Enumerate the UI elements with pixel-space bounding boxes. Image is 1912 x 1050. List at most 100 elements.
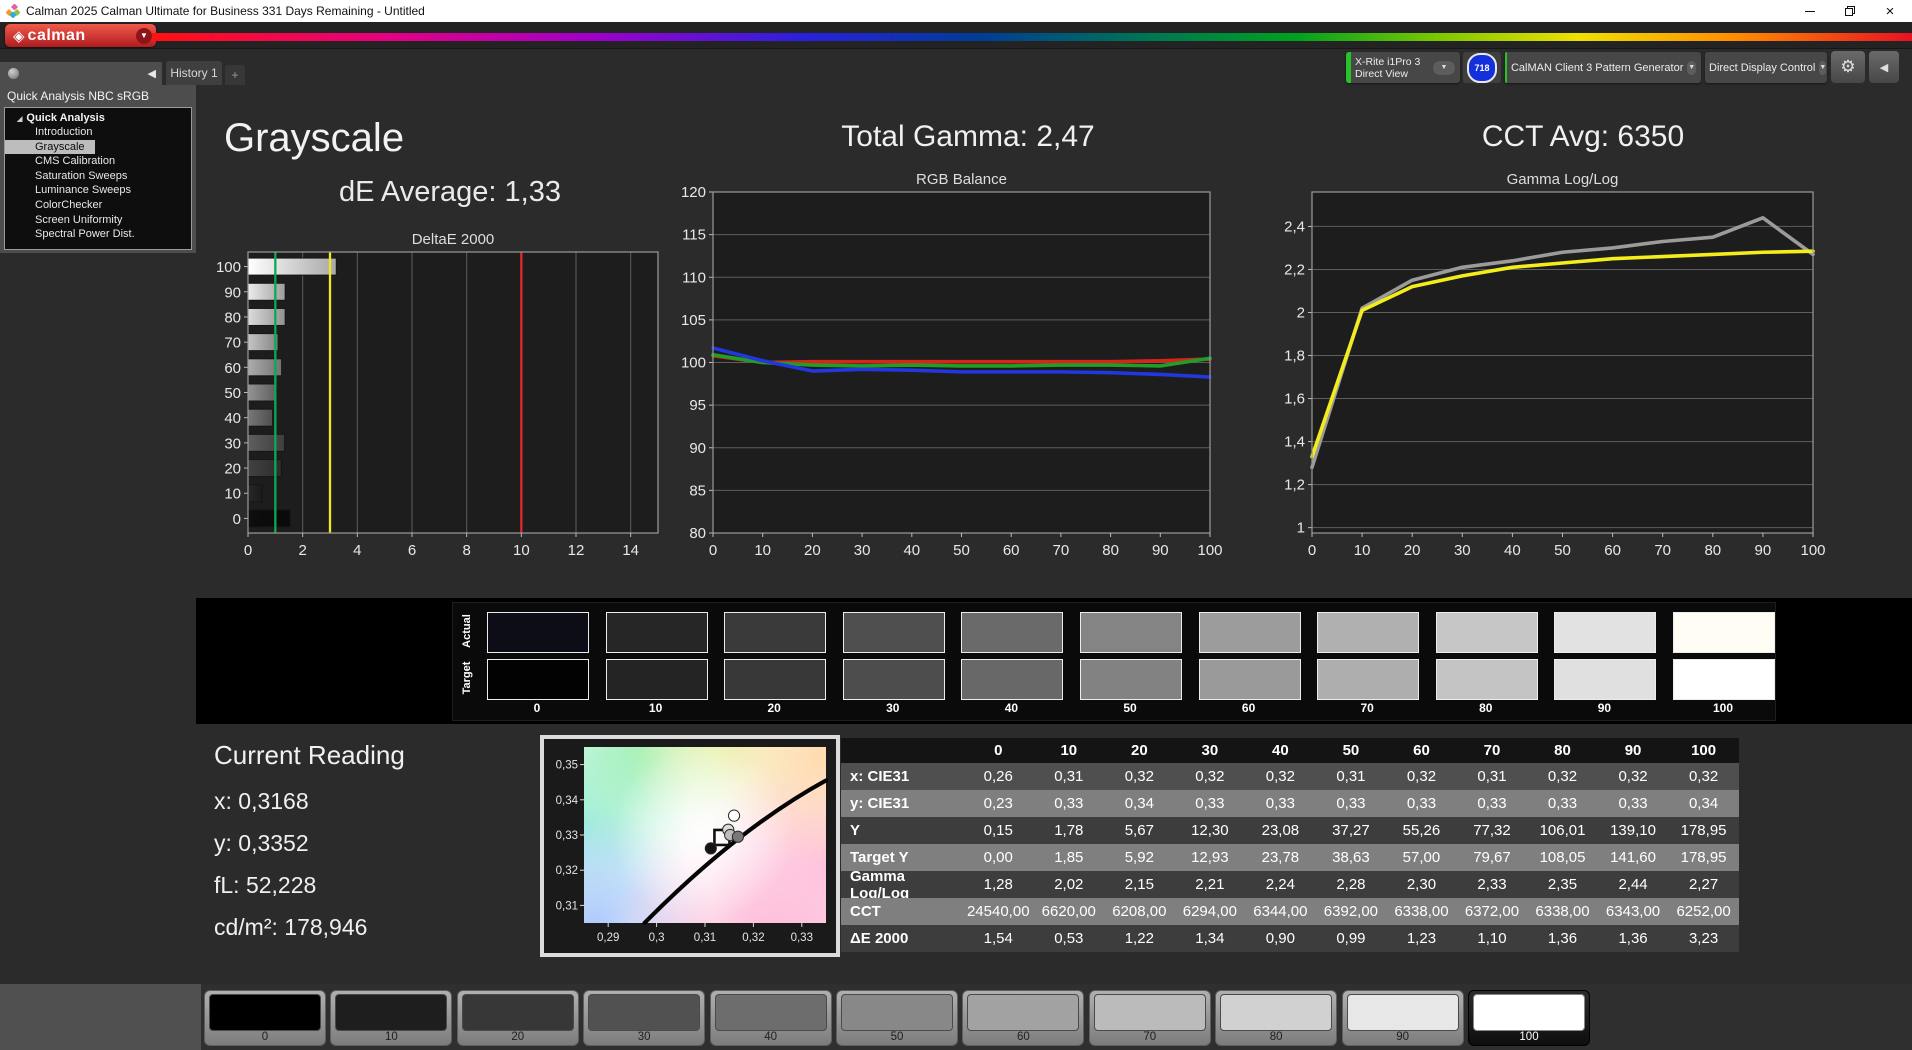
svg-text:8: 8: [462, 542, 470, 559]
cct-avg-heading: CCT Avg: 6350: [1303, 120, 1863, 154]
svg-text:70: 70: [224, 335, 241, 352]
swatch-strip-panel: Actual Target 0102030405060708090100: [452, 602, 1776, 721]
workflow-sidebar: Quick Analysis NBC sRGB ◢Quick Analysis …: [0, 85, 196, 253]
pattern-swatch: [841, 994, 953, 1031]
sidebar-item-luminance-sweeps[interactable]: Luminance Sweeps: [5, 183, 191, 198]
close-button[interactable]: ×: [1870, 0, 1910, 22]
pattern-swatch: [1473, 994, 1585, 1031]
workflow-ball-icon[interactable]: [8, 68, 19, 79]
right-panel-collapse-button[interactable]: ◀: [1869, 51, 1899, 83]
table-cell: 0,33: [1175, 790, 1246, 817]
svg-text:0: 0: [233, 511, 241, 528]
target-row-label: Target: [461, 656, 473, 700]
table-cell: 0,99: [1316, 925, 1387, 952]
table-cell: 0,34: [1668, 790, 1739, 817]
svg-text:0,29: 0,29: [597, 932, 619, 944]
workflow-tree: ◢Quick Analysis IntroductionGrayscaleCMS…: [4, 107, 192, 250]
gear-icon: ⚙: [1840, 57, 1855, 77]
display-control-dropdown[interactable]: Direct Display Control ▼: [1705, 52, 1827, 83]
svg-text:0: 0: [244, 542, 252, 559]
table-cell: 1,36: [1598, 925, 1669, 952]
pattern-button-10[interactable]: 10: [330, 990, 452, 1046]
actual-swatch-0: [487, 612, 589, 653]
pattern-swatch: [1347, 994, 1459, 1031]
sidebar-item-saturation-sweeps[interactable]: Saturation Sweeps: [5, 169, 191, 184]
table-cell: 0,34: [1104, 790, 1175, 817]
settings-button[interactable]: ⚙: [1831, 51, 1865, 83]
table-cell: 0,33: [1245, 790, 1316, 817]
table-column-header-20: 20: [1104, 738, 1175, 763]
pattern-label: 80: [1216, 1031, 1336, 1043]
svg-text:60: 60: [1003, 542, 1020, 559]
rainbow-gradient-strip: [152, 33, 1912, 41]
restore-button[interactable]: [1830, 0, 1870, 22]
svg-text:1,8: 1,8: [1284, 348, 1305, 365]
app-logo-icon: [6, 4, 20, 18]
pattern-button-70[interactable]: 70: [1089, 990, 1211, 1046]
pattern-button-80[interactable]: 80: [1215, 990, 1337, 1046]
svg-text:40: 40: [903, 542, 920, 559]
restore-icon: [1844, 5, 1856, 17]
tab-add-button[interactable]: +: [225, 65, 245, 85]
sidebar-item-introduction[interactable]: Introduction: [5, 125, 191, 140]
calman-menu-button[interactable]: ◈ calman ▼: [5, 24, 156, 47]
target-swatch-0: [487, 659, 589, 700]
table-cell: 1,34: [1175, 925, 1246, 952]
table-row-label: ΔE 2000: [841, 925, 963, 952]
sidebar-item-grayscale[interactable]: Grayscale: [5, 140, 95, 155]
pattern-button-90[interactable]: 90: [1342, 990, 1464, 1046]
swatch-level-label: 60: [1199, 701, 1299, 715]
table-cell: 0,33: [1034, 790, 1105, 817]
sidebar-collapse-icon[interactable]: ◀: [148, 67, 156, 80]
pattern-button-40[interactable]: 40: [710, 990, 832, 1046]
table-cell: 55,26: [1386, 817, 1457, 844]
table-cell: 139,10: [1598, 817, 1669, 844]
swatch-level-label: 100: [1673, 701, 1773, 715]
swatch-level-label: 20: [724, 701, 824, 715]
table-cell: 2,24: [1245, 871, 1316, 898]
table-cell: 0,26: [963, 763, 1034, 790]
meter-dropdown[interactable]: X-Rite i1Pro 3 Direct View ▼: [1346, 52, 1460, 83]
minimize-button[interactable]: [1790, 0, 1830, 22]
pattern-swatch: [588, 994, 700, 1031]
table-cell: 23,08: [1245, 817, 1316, 844]
cie-diagram: 0,350,340,330,320,310,290,30,310,320,33: [544, 739, 828, 945]
current-reading-title: Current Reading: [214, 740, 405, 771]
pattern-button-60[interactable]: 60: [962, 990, 1084, 1046]
actual-swatch-90: [1554, 612, 1656, 653]
table-cell: 6392,00: [1316, 898, 1387, 925]
meter-count-badge-tile[interactable]: 718: [1463, 52, 1501, 83]
window-title: Calman 2025 Calman Ultimate for Business…: [26, 4, 425, 18]
target-swatch-10: [606, 659, 708, 700]
sidebar-item-cms-calibration[interactable]: CMS Calibration: [5, 154, 191, 169]
tree-root-quick-analysis[interactable]: ◢Quick Analysis: [17, 112, 191, 124]
table-row-y-cie31: y: CIE310,230,330,340,330,330,330,330,33…: [841, 790, 1739, 817]
sidebar-item-colorchecker[interactable]: ColorChecker: [5, 198, 191, 213]
cie-chromaticity-panel: 0,350,340,330,320,310,290,30,310,320,33: [540, 735, 840, 957]
table-cell: 178,95: [1668, 844, 1739, 871]
source-dropdown[interactable]: CalMAN Client 3 Pattern Generator ▼: [1505, 52, 1701, 83]
current-reading-y: y: 0,3352: [214, 830, 309, 857]
sidebar-item-screen-uniformity[interactable]: Screen Uniformity: [5, 213, 191, 228]
actual-swatch-80: [1436, 612, 1538, 653]
table-cell: 1,85: [1034, 844, 1105, 871]
pattern-label: 20: [458, 1031, 578, 1043]
table-column-header-30: 30: [1175, 738, 1246, 763]
actual-swatch-20: [724, 612, 826, 653]
table-cell: 0,23: [963, 790, 1034, 817]
sidebar-item-spectral-power-dist-[interactable]: Spectral Power Dist.: [5, 227, 191, 242]
svg-text:DeltaE 2000: DeltaE 2000: [412, 231, 495, 248]
table-cell: 0,33: [1386, 790, 1457, 817]
measurement-table: 0102030405060708090100x: CIE310,260,310,…: [841, 738, 1739, 952]
tab-history-1[interactable]: History 1: [166, 61, 222, 85]
current-reading-fl: fL: 52,228: [214, 872, 316, 899]
pattern-button-50[interactable]: 50: [836, 990, 958, 1046]
source-name: CalMAN Client 3 Pattern Generator: [1507, 60, 1687, 76]
display-chevron-icon: ▼: [1819, 61, 1826, 75]
pattern-button-0[interactable]: 0: [204, 990, 326, 1046]
workflow-title: Quick Analysis NBC sRGB: [7, 89, 149, 103]
pattern-button-100[interactable]: 100: [1468, 990, 1590, 1046]
pattern-button-30[interactable]: 30: [583, 990, 705, 1046]
pattern-button-20[interactable]: 20: [457, 990, 579, 1046]
svg-text:120: 120: [681, 184, 706, 201]
